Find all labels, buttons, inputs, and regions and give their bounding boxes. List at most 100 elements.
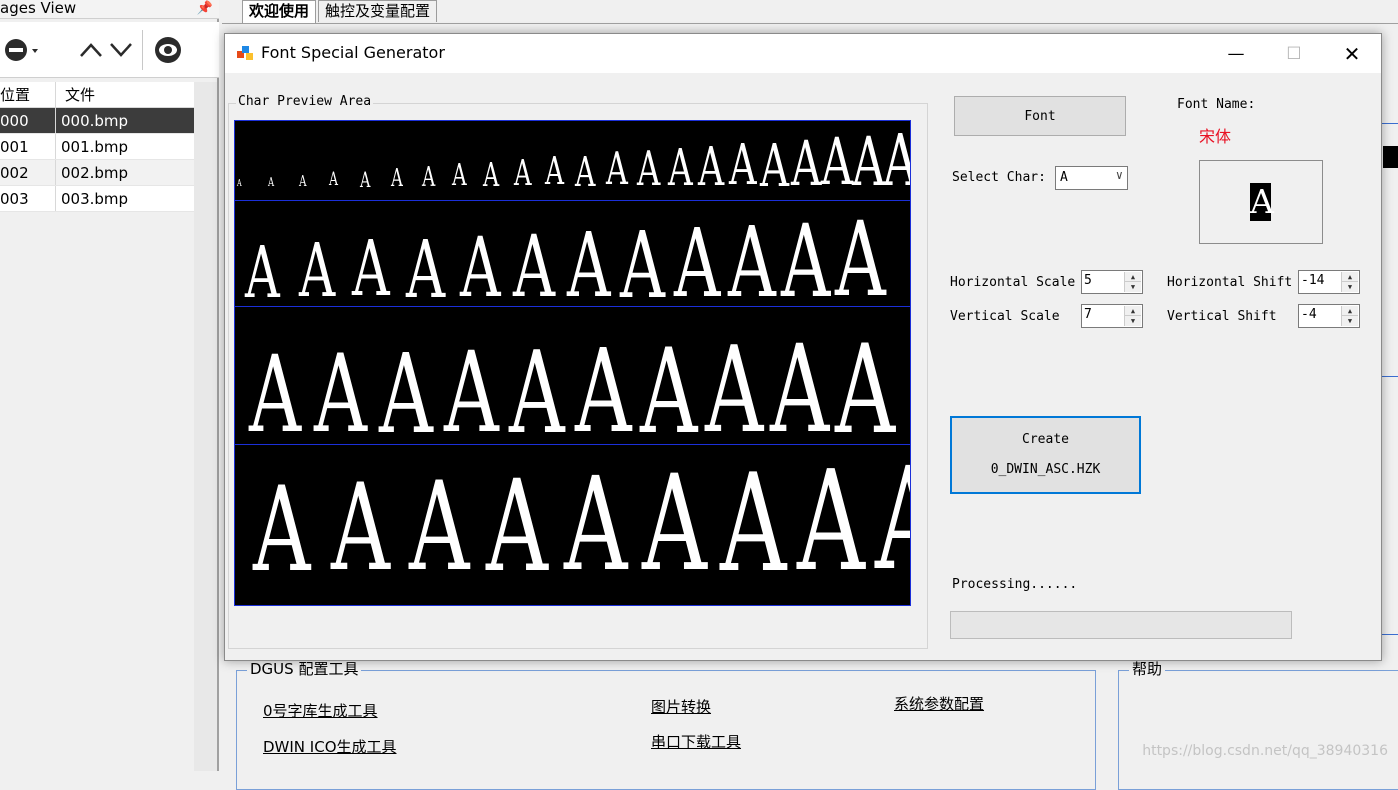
column-header-file[interactable]: 文件	[56, 82, 95, 107]
preview-glyph: A	[267, 174, 274, 190]
move-down-button[interactable]	[106, 34, 136, 66]
spin-down-icon[interactable]: ▼	[1342, 316, 1358, 326]
preview-glyph: A	[237, 177, 242, 189]
preview-glyph: A	[821, 124, 854, 200]
list-item-pos: 002	[0, 160, 56, 185]
spin-down-icon[interactable]: ▼	[1342, 282, 1358, 292]
edge-line	[1381, 376, 1398, 377]
pin-icon[interactable]: 📌	[197, 0, 213, 17]
vertical-shift-input[interactable]: -4 ▲ ▼	[1298, 304, 1360, 328]
list-item-file: 001.bmp	[61, 138, 129, 156]
remove-image-button[interactable]	[0, 34, 50, 66]
preview-glyph: A	[421, 161, 435, 193]
char-preview-box: A	[1199, 160, 1323, 244]
dgus-tools-group: DGUS 配置工具	[236, 660, 1096, 790]
font-button[interactable]: Font	[954, 96, 1126, 136]
vertical-scale-label: Vertical Scale	[950, 309, 1060, 324]
preview-glyph: A	[698, 135, 725, 198]
chevron-down-icon: ∨	[1115, 168, 1123, 182]
dialog-title: Font Special Generator	[261, 43, 445, 62]
vertical-scale-input[interactable]: 7 ▲ ▼	[1081, 304, 1143, 328]
vertical-scale-value: 7	[1084, 307, 1092, 322]
preview-button[interactable]	[150, 34, 186, 66]
spin-up-icon[interactable]: ▲	[1342, 306, 1358, 316]
close-button[interactable]: ✕	[1323, 34, 1381, 73]
preview-glyph: A	[314, 332, 368, 458]
preview-glyph: A	[483, 155, 500, 194]
eye-icon	[155, 37, 181, 63]
list-item[interactable]: 000 000.bmp	[0, 108, 194, 134]
toolbar-separator	[142, 30, 143, 70]
ico-tool-link[interactable]: DWIN ICO生成工具	[263, 736, 397, 757]
char-preview-label: Char Preview Area	[236, 94, 374, 109]
edge-block	[1383, 146, 1398, 168]
list-item-pos: 003	[0, 186, 56, 211]
dialog-titlebar[interactable]: Font Special Generator — ☐ ✕	[225, 34, 1381, 73]
list-item-pos: 000	[0, 108, 56, 133]
preview-glyph: A	[875, 449, 910, 591]
preview-glyph: A	[486, 452, 549, 600]
spin-up-icon[interactable]: ▲	[1125, 272, 1141, 282]
preview-glyph: A	[566, 214, 611, 318]
horizontal-scale-label: Horizontal Scale	[950, 275, 1076, 290]
minimize-icon: —	[1227, 43, 1245, 64]
serial-download-link[interactable]: 串口下载工具	[651, 731, 741, 752]
tab-touch-variable-config[interactable]: 触控及变量配置	[318, 0, 438, 22]
spin-down-icon[interactable]: ▼	[1125, 282, 1141, 292]
create-button[interactable]: Create 0_DWIN_ASC.HZK	[950, 416, 1141, 494]
preview-row: AAAAAAAAAAAAAAAAAAAAAA	[235, 121, 910, 201]
move-up-button[interactable]	[76, 34, 106, 66]
list-item-file: 002.bmp	[61, 164, 129, 182]
preview-glyph: A	[727, 206, 776, 320]
preview-glyph: A	[636, 141, 661, 197]
chevron-up-icon	[80, 43, 102, 57]
spin-down-icon[interactable]: ▼	[1125, 316, 1141, 326]
vertical-shift-label: Vertical Shift	[1167, 309, 1277, 324]
maximize-button[interactable]: ☐	[1265, 34, 1323, 73]
list-item[interactable]: 002 002.bmp	[0, 160, 194, 186]
horizontal-shift-value: -14	[1301, 273, 1325, 288]
image-convert-link[interactable]: 图片转换	[651, 696, 711, 717]
images-view-pane: ages View 📌 位置 文件 000 000.bmp 001 001.bm…	[0, 0, 219, 771]
chevron-down-icon	[110, 43, 132, 57]
close-icon: ✕	[1343, 41, 1361, 66]
preview-glyph: A	[249, 333, 302, 457]
preview-glyph: A	[330, 458, 390, 598]
horizontal-shift-input[interactable]: -14 ▲ ▼	[1298, 270, 1360, 294]
preview-row: AAAAAAAAA	[235, 445, 910, 605]
spin-up-icon[interactable]: ▲	[1342, 272, 1358, 282]
list-item-file: 000.bmp	[61, 112, 129, 130]
preview-row: AAAAAAAAAA	[235, 307, 910, 451]
list-item[interactable]: 001 001.bmp	[0, 134, 194, 160]
help-group: 帮助	[1118, 660, 1398, 790]
preview-glyph: A	[459, 220, 501, 317]
tab-welcome[interactable]: 欢迎使用	[242, 0, 317, 24]
edge-line	[1381, 634, 1398, 635]
preview-glyph: A	[606, 144, 628, 196]
create-button-label: Create	[1022, 432, 1069, 447]
select-char-dropdown[interactable]: A ∨	[1055, 166, 1128, 190]
preview-glyph: A	[835, 200, 886, 321]
main-tabs: 欢迎使用 触控及变量配置	[242, 0, 439, 24]
font-name-value: 宋体	[1199, 127, 1232, 146]
progress-bar	[950, 611, 1292, 639]
images-toolbar	[0, 22, 219, 78]
horizontal-shift-label: Horizontal Shift	[1167, 275, 1293, 290]
column-header-position[interactable]: 位置	[0, 82, 56, 107]
minus-circle-dropdown-icon	[5, 39, 38, 61]
horizontal-scale-input[interactable]: 5 ▲ ▼	[1081, 270, 1143, 294]
welcome-panel-bottom: DGUS 配置工具 帮助 0号字库生成工具 DWIN ICO生成工具 图片转换 …	[222, 660, 1398, 790]
image-list-scrollbar[interactable]	[194, 82, 217, 771]
preview-glyph: A	[360, 166, 371, 192]
list-item[interactable]: 003 003.bmp	[0, 186, 194, 212]
processing-label: Processing......	[952, 577, 1078, 592]
font-tool-link[interactable]: 0号字库生成工具	[263, 700, 378, 721]
preview-glyph: A	[513, 217, 556, 317]
minimize-button[interactable]: —	[1207, 34, 1265, 73]
preview-glyph: A	[379, 329, 434, 458]
preview-glyph: A	[509, 326, 566, 459]
spin-up-icon[interactable]: ▲	[1125, 306, 1141, 316]
preview-glyph: A	[797, 440, 866, 602]
system-config-link[interactable]: 系统参数配置	[894, 693, 984, 714]
image-list-header: 位置 文件	[0, 82, 194, 108]
